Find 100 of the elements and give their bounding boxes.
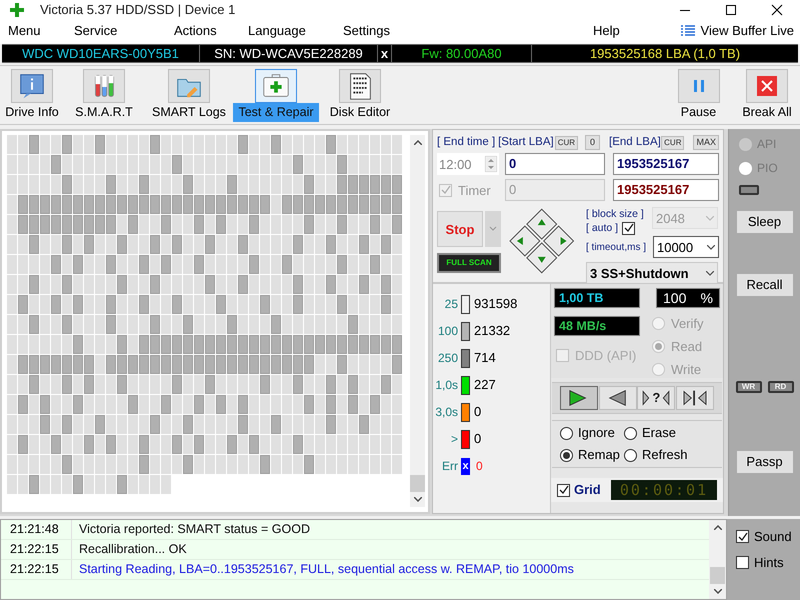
full-scan-label: FULL SCAN — [437, 253, 501, 274]
log-message: Recallibration... OK — [78, 541, 187, 558]
max-button[interactable]: MAX — [693, 134, 719, 150]
dropdown[interactable]: 3 SS+Shutdown — [586, 262, 718, 284]
size-readout: 1,00 TB — [554, 288, 640, 308]
time-spinner[interactable]: 12:00 — [437, 153, 499, 176]
radio-label: Remap — [578, 446, 620, 464]
checkbox[interactable] — [736, 530, 749, 544]
radio-label: Read — [671, 338, 702, 356]
log-time: 21:21:48 — [1, 520, 72, 539]
radio-button[interactable] — [560, 426, 573, 440]
menu-item[interactable]: Actions — [174, 23, 217, 38]
checkbox-label: Sound — [754, 528, 792, 546]
radio-label: Ignore — [578, 424, 615, 442]
field-label: [ timeout,ms ] — [586, 240, 647, 255]
butterfly-button[interactable]: ? — [637, 386, 676, 410]
log-message: Starting Reading, LBA=0..1953525167, FULL, sequential access w. REMAP, tio 10000ms — [78, 561, 574, 578]
scrollbar[interactable] — [410, 135, 425, 507]
window-title: Victoria 5.37 HDD/SSD | Device 1 — [40, 1, 236, 20]
checkbox-label: Timer — [458, 182, 491, 200]
cur-button[interactable]: CUR — [661, 136, 684, 150]
legend-label: 1,0s — [434, 377, 459, 394]
menu-item[interactable]: Language — [248, 23, 306, 38]
legend-label: Err — [441, 458, 459, 475]
field-label: [ block size ] — [586, 207, 645, 222]
checkbox[interactable] — [439, 184, 452, 197]
input-field[interactable]: 1953525167 — [613, 153, 719, 176]
side-button[interactable]: Passp — [736, 451, 792, 473]
serial-number: SN: WD-WCAV5E228289 — [214, 44, 363, 63]
radio-label: Verify — [671, 314, 704, 333]
side-button[interactable]: Recall — [736, 274, 792, 296]
checkbox-label: Hints — [754, 554, 784, 572]
checkbox[interactable] — [557, 484, 570, 496]
scrollbar[interactable] — [709, 520, 726, 599]
scroll-up-icon[interactable] — [414, 140, 422, 145]
error-marker: x — [461, 458, 470, 474]
jump-button[interactable] — [676, 386, 714, 410]
scroll-up-icon[interactable] — [714, 525, 722, 530]
chevron-down-icon[interactable] — [706, 244, 715, 250]
log-message: Victoria reported: SMART status = GOOD — [78, 521, 310, 538]
scroll-thumb[interactable] — [710, 567, 725, 584]
menu-item[interactable]: Settings — [343, 23, 390, 38]
close-drive-button[interactable]: x — [380, 44, 388, 64]
radio-button[interactable] — [624, 448, 637, 462]
radio-button[interactable] — [560, 448, 573, 462]
radio-label: Write — [671, 360, 702, 379]
radio-button[interactable] — [624, 426, 637, 440]
toolbar-button[interactable]: Disk Editor — [320, 66, 400, 124]
legend-label: 25 — [444, 296, 459, 313]
zero-button[interactable]: 0 — [585, 134, 600, 150]
checkbox[interactable] — [622, 222, 636, 235]
scroll-down-icon[interactable] — [714, 589, 722, 594]
stop-button[interactable]: Stop — [437, 211, 483, 248]
status-indicator: RD — [768, 381, 794, 393]
scroll-down-icon[interactable] — [414, 497, 422, 502]
log-time: 21:22:15 — [1, 560, 72, 579]
radio-button[interactable] — [739, 138, 752, 150]
speed-readout: 48 MB/s — [554, 316, 640, 336]
legend-label: 250 — [436, 350, 459, 367]
drive-model: WDC WD10EARS-00Y5B1 — [22, 44, 179, 63]
menu-item[interactable]: Help — [593, 23, 620, 38]
legend-label: 3,0s — [434, 404, 459, 421]
checkbox[interactable] — [556, 349, 569, 362]
cur-button[interactable]: CUR — [554, 136, 578, 150]
legend-count: 0 — [476, 458, 483, 475]
status-indicator — [739, 185, 759, 195]
list-icon — [680, 25, 695, 37]
toolbar-button[interactable]: SMART Logs — [146, 66, 232, 124]
toolbar-button[interactable]: Drive Info — [2, 66, 62, 124]
toolbar-button[interactable]: Break All — [736, 66, 798, 124]
chevron-down-icon[interactable] — [706, 270, 714, 276]
close-icon — [757, 76, 777, 96]
legend-count: 0 — [474, 403, 482, 422]
reverse-button[interactable] — [598, 386, 637, 410]
menu-item[interactable]: Service — [74, 23, 118, 38]
field-label: [ End time ] — [437, 135, 496, 150]
play-button[interactable] — [560, 386, 598, 410]
input-field[interactable]: 0 — [505, 153, 605, 176]
pause-icon — [694, 80, 704, 92]
direction-pad[interactable] — [506, 207, 576, 276]
toolbar-button[interactable]: Pause — [661, 66, 736, 124]
checkbox[interactable] — [736, 556, 749, 569]
menu-item[interactable]: Menu — [8, 23, 41, 38]
field-label: [Start LBA] — [498, 135, 554, 150]
radio-label: Erase — [642, 424, 676, 442]
side-button[interactable]: Sleep — [736, 211, 792, 233]
scroll-thumb[interactable] — [410, 475, 425, 492]
app-icon — [10, 3, 24, 17]
log-time: 21:22:15 — [1, 540, 72, 559]
legend-label: > — [450, 431, 459, 448]
legend-count: 931598 — [474, 295, 518, 314]
spinner-arrows-icon[interactable] — [485, 156, 497, 172]
view-buffer-link[interactable]: View Buffer Live — [700, 21, 794, 41]
radio-button[interactable] — [739, 162, 752, 174]
input-field[interactable]: 1953525167 — [613, 179, 719, 202]
checkbox-label: Grid — [574, 481, 601, 500]
legend-count: 21332 — [474, 322, 510, 340]
toolbar-button[interactable]: Test & Repair — [232, 66, 320, 124]
toolbar-button[interactable]: S.M.A.R.T — [62, 66, 146, 124]
dropdown[interactable]: 10000 — [652, 236, 719, 258]
